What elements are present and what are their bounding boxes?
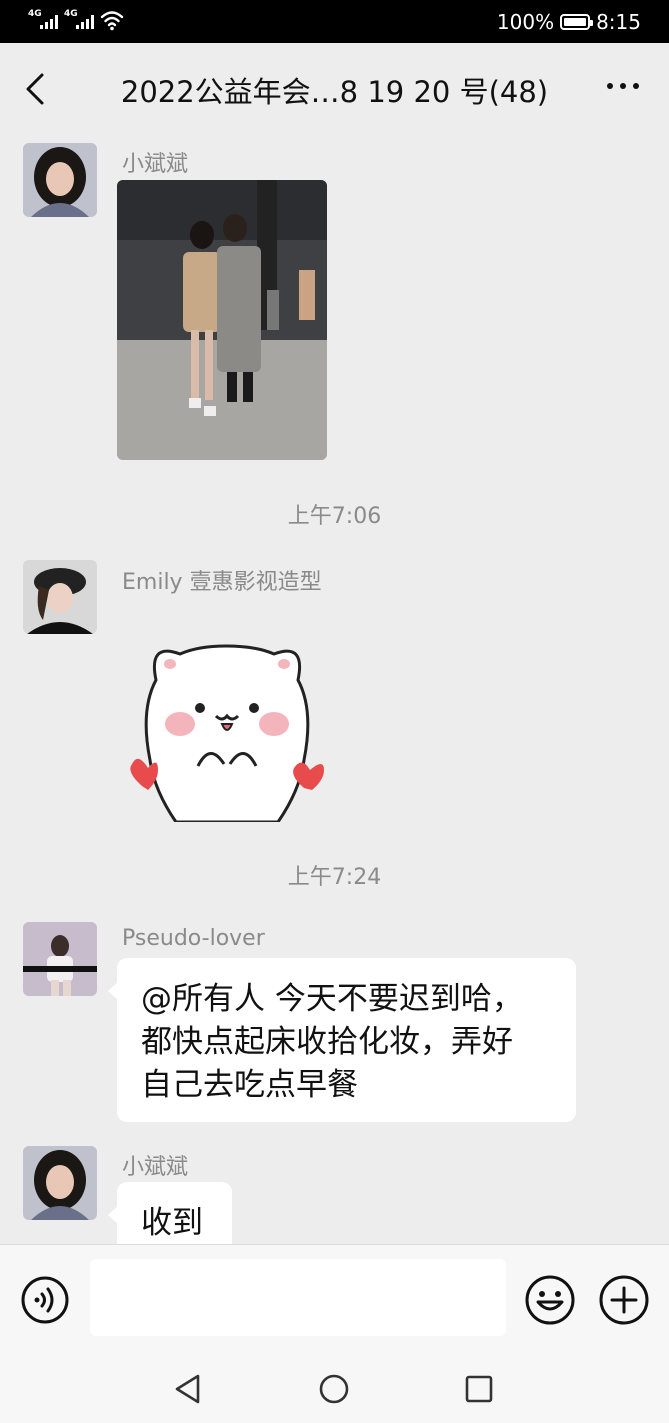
message-line: 都快点起床收拾化妆，弄好 — [141, 1024, 513, 1060]
avatar[interactable] — [23, 560, 97, 634]
sender-name: 小斌斌 — [122, 1155, 189, 1180]
voice-icon[interactable] — [20, 1275, 70, 1325]
clock: 8:15 — [596, 10, 641, 34]
message-line: @所有人 今天不要迟到哈， — [141, 981, 523, 1017]
smiley-icon[interactable] — [524, 1274, 576, 1326]
avatar[interactable] — [23, 143, 97, 217]
avatar[interactable] — [23, 922, 97, 996]
wifi-icon — [100, 11, 124, 31]
more-dots-icon[interactable] — [607, 83, 639, 89]
triangle-back-icon[interactable] — [165, 1366, 211, 1412]
message-input[interactable] — [90, 1259, 506, 1336]
square-recent-icon[interactable] — [456, 1366, 502, 1412]
system-nav-bar — [0, 1354, 669, 1423]
avatar[interactable] — [23, 1146, 97, 1220]
sender-name: Emily 壹惠影视造型 — [122, 570, 322, 595]
battery-icon — [560, 14, 594, 30]
sender-name: Pseudo-lover — [122, 926, 265, 951]
status-bar: 4G 4G 100% 8:15 — [0, 0, 669, 43]
message-line: 自己去吃点早餐 — [141, 1067, 358, 1103]
timestamp: 上午7:24 — [287, 865, 382, 890]
status-right: 100% 8:15 — [497, 10, 641, 34]
chat-title: 2022公益年会…8 19 20 号(48) — [120, 75, 549, 109]
bear-sticker[interactable] — [128, 640, 328, 822]
chat-header: 2022公益年会…8 19 20 号(48) — [0, 43, 669, 133]
signal-bars-icon — [40, 15, 58, 29]
sender-name: 小斌斌 — [122, 152, 189, 177]
signal-bars-icon — [76, 15, 94, 29]
circle-home-icon[interactable] — [311, 1366, 357, 1412]
battery-percent: 100% — [496, 10, 555, 34]
text-message-bubble[interactable]: @所有人 今天不要迟到哈， 都快点起床收拾化妆，弄好 自己去吃点早餐 — [108, 958, 576, 1122]
input-bar — [0, 1244, 669, 1355]
message-line: 收到 — [141, 1205, 203, 1241]
timestamp: 上午7:06 — [287, 504, 382, 529]
image-message[interactable] — [117, 180, 327, 460]
plus-icon[interactable] — [598, 1274, 650, 1326]
